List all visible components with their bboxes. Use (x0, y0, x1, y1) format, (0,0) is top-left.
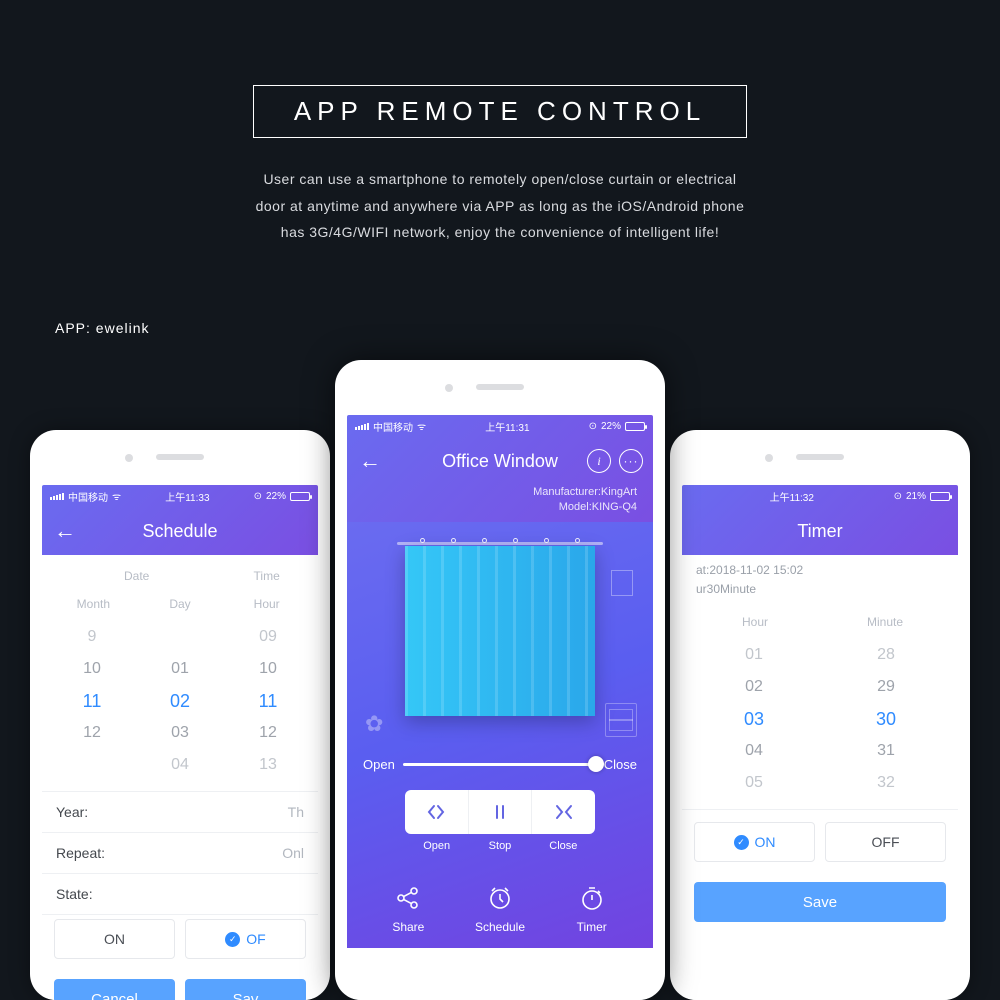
date-picker[interactable]: 9 10 11 12 01 02 03 04 09 (48, 621, 312, 781)
slider-open-label: Open (363, 757, 395, 772)
picker-col-header: Month Day Hour (48, 593, 312, 621)
info-icon[interactable]: i (587, 449, 611, 473)
timer-info: at:2018-11-02 15:02 ur30Minute (682, 555, 958, 601)
clock-icon (484, 882, 516, 914)
control-labels: Open Stop Close (405, 840, 595, 852)
save-button[interactable]: Sav (185, 979, 306, 1000)
cancel-button[interactable]: Cancel (54, 979, 175, 1000)
page-title: APP REMOTE CONTROL (253, 85, 747, 138)
app-name-label: APP: ewelink (55, 320, 149, 336)
state-on-button[interactable]: ON (54, 919, 175, 959)
year-row[interactable]: Year:Th (42, 791, 318, 832)
timer-icon (576, 882, 608, 914)
picker-group-header: Date Time (48, 565, 312, 593)
time-picker[interactable]: 01 02 03 04 05 28 29 30 31 32 (688, 639, 952, 799)
repeat-row[interactable]: Repeat:Onl (42, 832, 318, 873)
slider-thumb[interactable] (588, 756, 604, 772)
phone-stage: 中国移动ᯤ 上午11:33 ⊙22% ← Schedule Date Time … (0, 350, 1000, 1000)
picker-col-header: Hour Minute (688, 611, 952, 639)
month-column: 9 10 11 12 (48, 621, 136, 781)
screen-title: Schedule (142, 521, 217, 542)
open-button[interactable] (405, 790, 468, 834)
status-bar: 上午11:32 ⊙21% (682, 485, 958, 507)
screen-title: Office Window (442, 451, 558, 472)
back-button[interactable]: ← (54, 518, 76, 544)
back-button[interactable]: ← (359, 448, 381, 474)
device-info: Manufacturer:KingArt Model:KING-Q4 (347, 485, 653, 520)
hour-column: 01 02 03 04 05 (688, 639, 820, 799)
expand-icon (426, 802, 446, 822)
hour-column: 09 10 11 12 13 (224, 621, 312, 781)
control-pill (405, 790, 595, 834)
close-button[interactable] (531, 790, 595, 834)
nav-share[interactable]: Share (392, 882, 424, 934)
save-button[interactable]: Save (694, 882, 946, 922)
state-on-button[interactable]: ✓ON (694, 822, 815, 862)
promo-banner: APP REMOTE CONTROL User can use a smartp… (250, 85, 750, 246)
open-close-slider[interactable]: Open Close (363, 757, 637, 772)
pause-icon (491, 803, 509, 821)
picture-frame-icon (611, 570, 633, 596)
status-bar: 中国移动ᯤ 上午11:31 ⊙22% (347, 415, 653, 437)
collapse-icon (554, 802, 574, 822)
state-off-button[interactable]: OFF (825, 822, 946, 862)
cabinet-icon (605, 703, 637, 737)
stop-button[interactable] (468, 790, 532, 834)
slider-close-label: Close (604, 757, 637, 772)
curtain-illustration: ✿ (361, 530, 639, 745)
nav-schedule[interactable]: Schedule (475, 882, 525, 934)
phone-timer: 上午11:32 ⊙21% Timer at:2018-11-02 15:02 u… (670, 430, 970, 1000)
phone-main: 中国移动ᯤ 上午11:31 ⊙22% ← Office Window i ···… (335, 360, 665, 1000)
status-bar: 中国移动ᯤ 上午11:33 ⊙22% (42, 485, 318, 507)
state-label-row: State: (42, 873, 318, 914)
day-column: 01 02 03 04 (136, 621, 224, 781)
state-off-button[interactable]: ✓OF (185, 919, 306, 959)
nav-timer[interactable]: Timer (576, 882, 608, 934)
share-icon (392, 882, 424, 914)
page-subtitle: User can use a smartphone to remotely op… (250, 166, 750, 246)
plant-icon: ✿ (365, 711, 383, 737)
minute-column: 28 29 30 31 32 (820, 639, 952, 799)
screen-title: Timer (797, 521, 842, 542)
more-icon[interactable]: ··· (619, 449, 643, 473)
phone-schedule: 中国移动ᯤ 上午11:33 ⊙22% ← Schedule Date Time … (30, 430, 330, 1000)
